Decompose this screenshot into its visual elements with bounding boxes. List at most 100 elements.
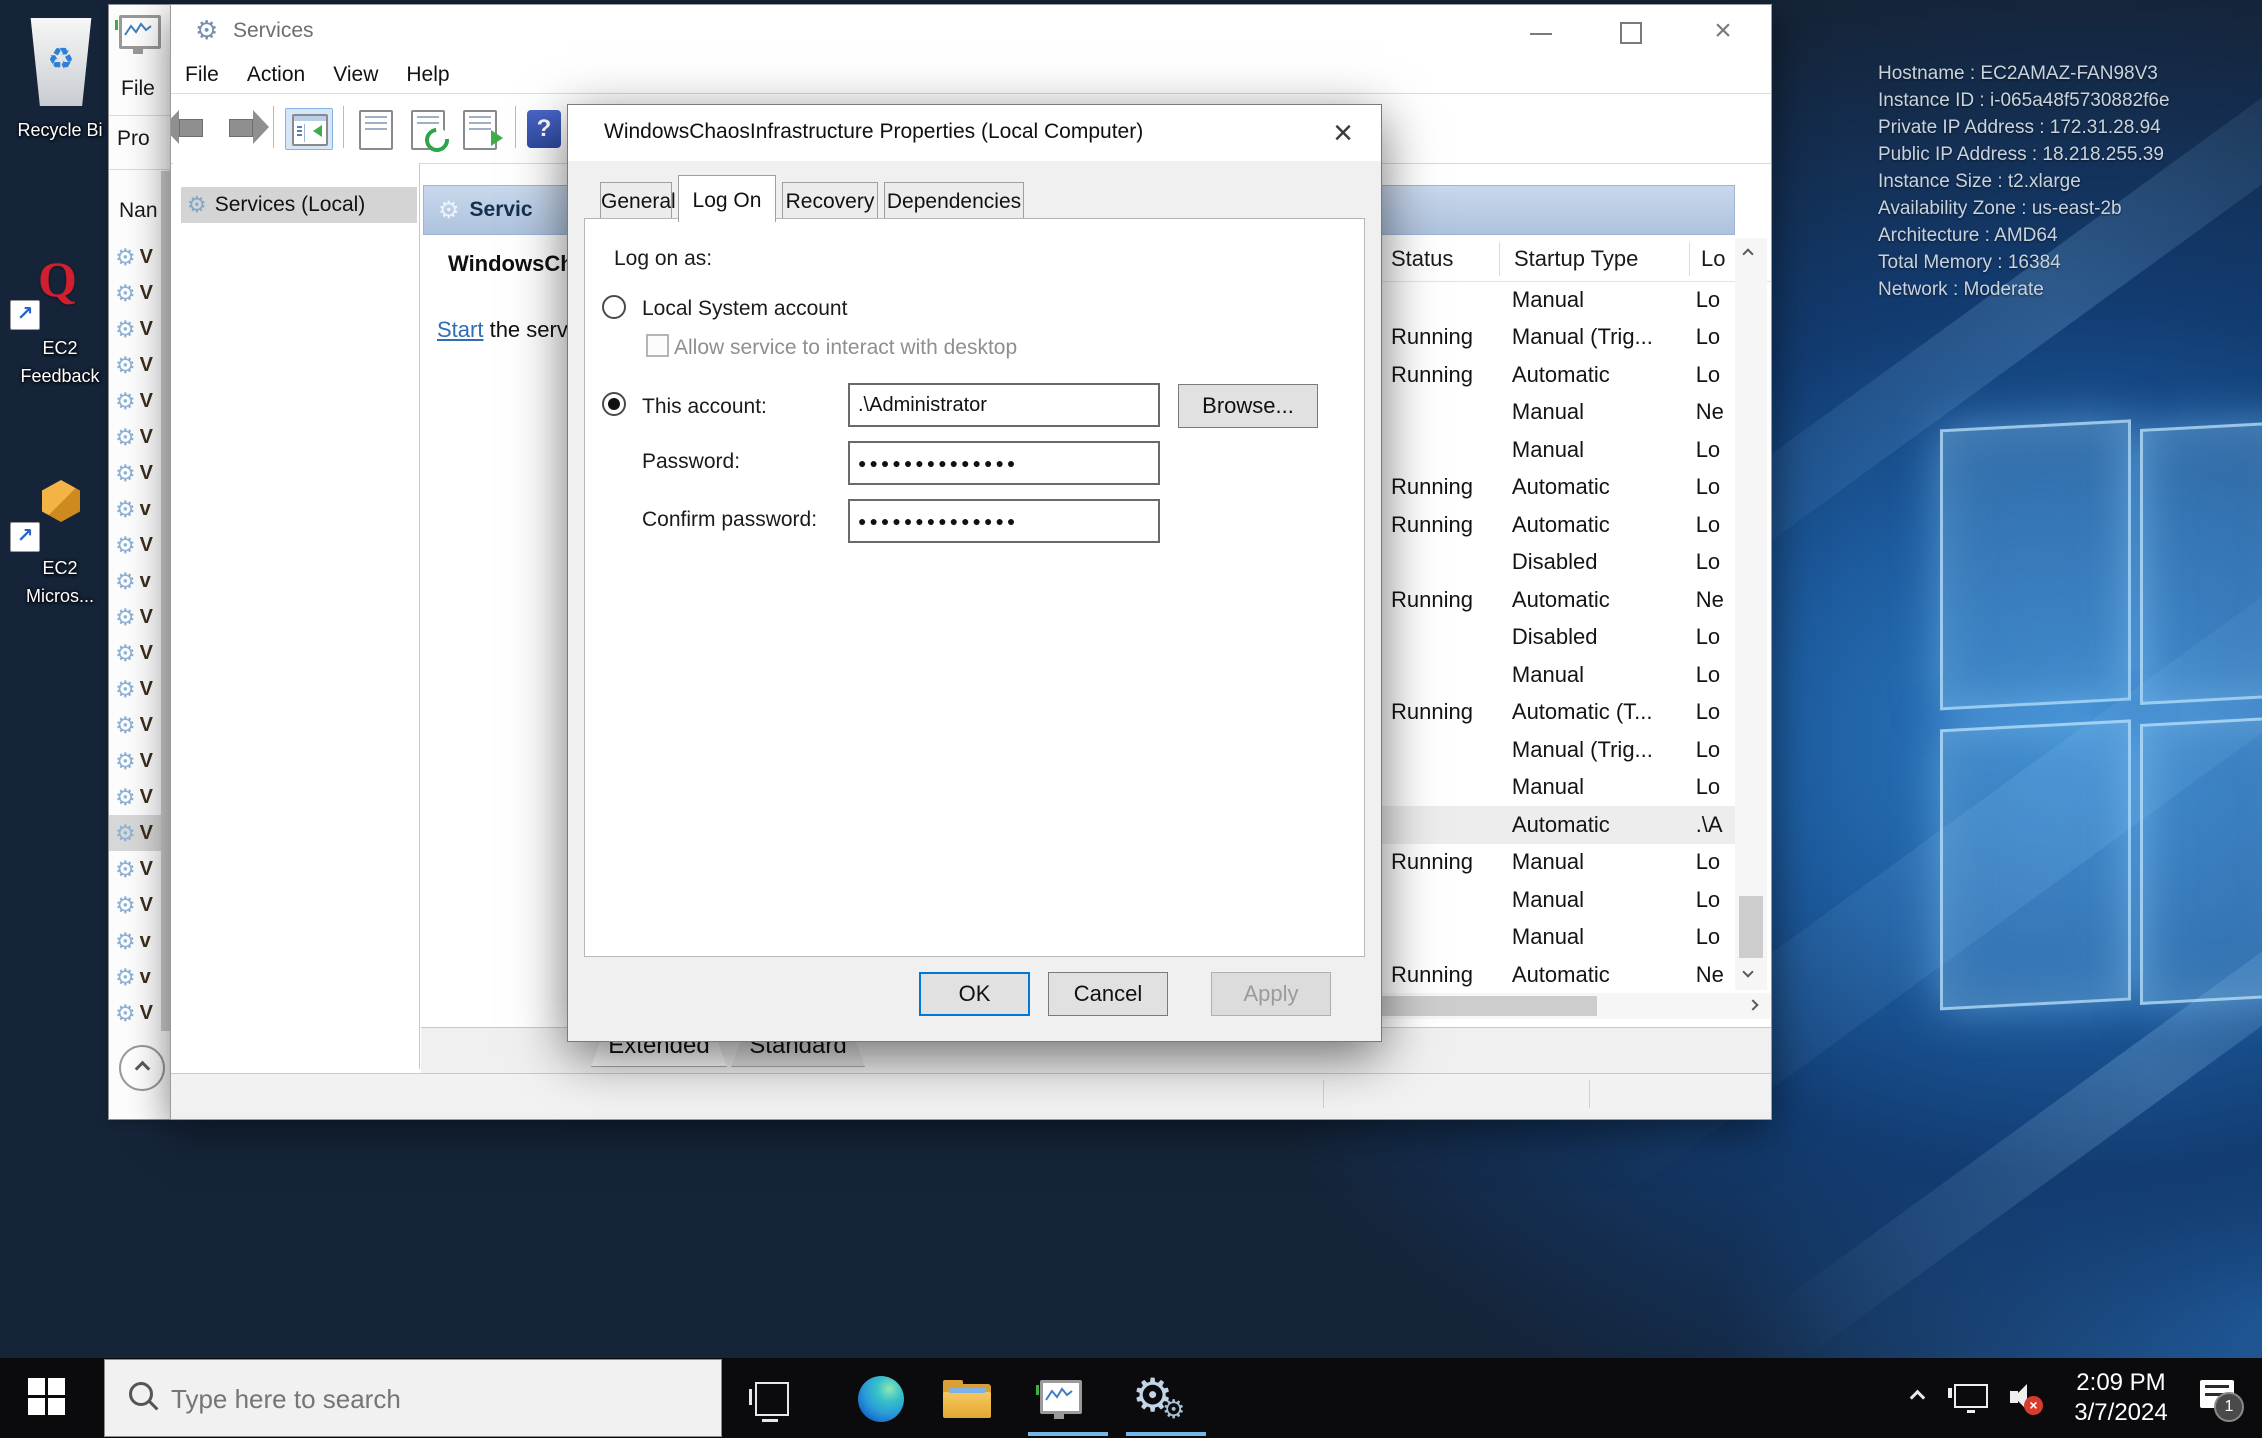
start-button[interactable] <box>28 1378 68 1418</box>
export-list-button[interactable] <box>463 110 497 150</box>
service-row[interactable]: Manual Lo <box>1381 656 1735 694</box>
start-service-link[interactable]: Start <box>437 317 483 342</box>
service-row[interactable]: Running Automatic Ne <box>1381 956 1735 994</box>
service-row[interactable]: Automatic .\A <box>1381 806 1735 844</box>
this-account-radio[interactable] <box>602 392 626 416</box>
task-view-icon[interactable] <box>755 1382 789 1416</box>
background-service-row[interactable]: ⚙ V <box>109 383 161 419</box>
taskbar-clock[interactable]: 2:09 PM 3/7/2024 <box>2056 1368 2186 1428</box>
tray-chevron-up-icon[interactable] <box>1910 1390 1926 1406</box>
service-row[interactable]: Manual Lo <box>1381 769 1735 807</box>
apply-button[interactable]: Apply <box>1211 972 1331 1016</box>
background-service-row[interactable]: ⚙ v <box>109 563 161 599</box>
service-row[interactable]: Running Automatic Lo <box>1381 469 1735 507</box>
background-service-row[interactable]: ⚙ V <box>109 707 161 743</box>
background-service-row[interactable]: ⚙ V <box>109 635 161 671</box>
service-row[interactable]: Running Manual (Trig... Lo <box>1381 319 1735 357</box>
horizontal-scrollbar[interactable] <box>1381 993 1771 1019</box>
network-icon[interactable] <box>1954 1384 1988 1408</box>
maximize-button[interactable] <box>1599 5 1663 59</box>
background-service-row[interactable]: ⚙ V <box>109 887 161 923</box>
local-system-account-radio[interactable] <box>602 295 626 319</box>
service-row[interactable]: Manual Lo <box>1381 919 1735 957</box>
tab-recovery[interactable]: Recovery <box>782 182 878 222</box>
account-input[interactable] <box>848 383 1160 427</box>
vertical-scrollbar[interactable] <box>1735 238 1767 990</box>
properties-button[interactable] <box>359 110 393 150</box>
background-service-row[interactable]: ⚙ V <box>109 275 161 311</box>
scroll-right-icon[interactable] <box>1747 999 1758 1010</box>
menu-item[interactable]: File <box>171 63 233 87</box>
scroll-up-icon[interactable] <box>1742 248 1753 259</box>
menu-item[interactable]: Action <box>233 63 319 87</box>
background-service-row[interactable]: ⚙ V <box>109 311 161 347</box>
scrollbar-thumb[interactable] <box>1739 896 1763 958</box>
background-service-row[interactable]: ⚙ V <box>109 599 161 635</box>
file-explorer-icon[interactable] <box>943 1380 991 1418</box>
background-window-pro-tab[interactable]: Pro <box>117 127 150 151</box>
back-button[interactable] <box>179 110 203 137</box>
ok-button[interactable]: OK <box>919 972 1030 1016</box>
refresh-button[interactable] <box>411 110 445 150</box>
taskbar-search[interactable] <box>104 1359 722 1437</box>
cancel-button[interactable]: Cancel <box>1048 972 1168 1016</box>
background-service-row[interactable]: ⚙ V <box>109 815 161 851</box>
show-console-tree-button[interactable] <box>285 108 333 150</box>
background-window[interactable]: File Pro Nan ⚙ V ⚙ V ⚙ V ⚙ V ⚙ <box>108 4 172 1120</box>
service-row[interactable]: Running Automatic Ne <box>1381 581 1735 619</box>
scroll-down-icon[interactable] <box>1742 966 1753 977</box>
close-button[interactable]: × <box>1691 5 1755 59</box>
service-row[interactable]: Running Automatic Lo <box>1381 356 1735 394</box>
background-service-row[interactable]: ⚙ V <box>109 779 161 815</box>
background-service-row[interactable]: ⚙ V <box>109 671 161 707</box>
service-row[interactable]: Manual Ne <box>1381 394 1735 432</box>
background-service-row[interactable]: ⚙ v <box>109 491 161 527</box>
background-window-file-menu[interactable]: File <box>121 77 155 101</box>
minimize-button[interactable] <box>1509 5 1573 59</box>
dialog-titlebar[interactable]: WindowsChaosInfrastructure Properties (L… <box>568 105 1381 161</box>
tab-general[interactable]: General <box>600 182 672 222</box>
services-titlebar[interactable]: ⚙ Services × <box>171 5 1771 59</box>
dialog-close-button[interactable]: × <box>1319 109 1367 157</box>
service-row[interactable]: Manual Lo <box>1381 281 1735 319</box>
allow-interact-desktop-checkbox[interactable] <box>646 334 669 357</box>
services-taskbar-icon[interactable]: ⚙⚙ <box>1132 1368 1192 1428</box>
service-row[interactable]: Manual Lo <box>1381 431 1735 469</box>
desktop-icon-ec2-microsoft[interactable]: ↗ EC2 Micros... <box>0 478 124 628</box>
column-header-startup-type[interactable]: Startup Type <box>1514 246 1638 272</box>
background-service-row[interactable]: ⚙ V <box>109 239 161 275</box>
menu-item[interactable]: View <box>319 63 392 87</box>
tab-log-on[interactable]: Log On <box>678 175 776 222</box>
background-service-row[interactable]: ⚙ v <box>109 923 161 959</box>
search-input[interactable] <box>169 1360 713 1438</box>
desktop-icon-ec2-feedback[interactable]: Q ↗ EC2 Feedback <box>0 250 124 400</box>
menu-item[interactable]: Help <box>392 63 463 87</box>
tab-dependencies[interactable]: Dependencies <box>884 182 1024 222</box>
desktop-icon-recycle-bin[interactable]: ♻ Recycle Bi <box>0 0 124 160</box>
service-row[interactable]: Disabled Lo <box>1381 619 1735 657</box>
password-input[interactable] <box>848 441 1160 485</box>
service-row[interactable]: Running Automatic Lo <box>1381 506 1735 544</box>
background-service-row[interactable]: ⚙ V <box>109 851 161 887</box>
column-header-status[interactable]: Status <box>1391 246 1453 272</box>
background-service-row[interactable]: ⚙ V <box>109 419 161 455</box>
help-button[interactable]: ? <box>527 110 561 148</box>
edge-browser-icon[interactable] <box>858 1376 904 1422</box>
background-window-name-column-header[interactable]: Nan <box>119 199 158 223</box>
forward-button[interactable] <box>229 110 253 137</box>
collapse-chevron-button[interactable] <box>119 1045 165 1091</box>
background-service-row[interactable]: ⚙ v <box>109 959 161 995</box>
background-service-row[interactable]: ⚙ V <box>109 527 161 563</box>
service-row[interactable]: Manual Lo <box>1381 881 1735 919</box>
service-row[interactable]: Disabled Lo <box>1381 544 1735 582</box>
background-service-row[interactable]: ⚙ V <box>109 995 161 1031</box>
service-row[interactable]: Manual (Trig... Lo <box>1381 731 1735 769</box>
background-service-row[interactable]: ⚙ V <box>109 743 161 779</box>
tree-item-services-local[interactable]: ⚙ Services (Local) <box>181 187 417 223</box>
column-header-log-on-as[interactable]: Lo <box>1701 246 1725 272</box>
background-service-row[interactable]: ⚙ V <box>109 455 161 491</box>
service-row[interactable]: Running Automatic (T... Lo <box>1381 694 1735 732</box>
performance-monitor-taskbar-icon[interactable] <box>1040 1380 1082 1414</box>
notification-center-icon[interactable]: 1 <box>2200 1380 2234 1408</box>
service-row[interactable]: Running Manual Lo <box>1381 844 1735 882</box>
